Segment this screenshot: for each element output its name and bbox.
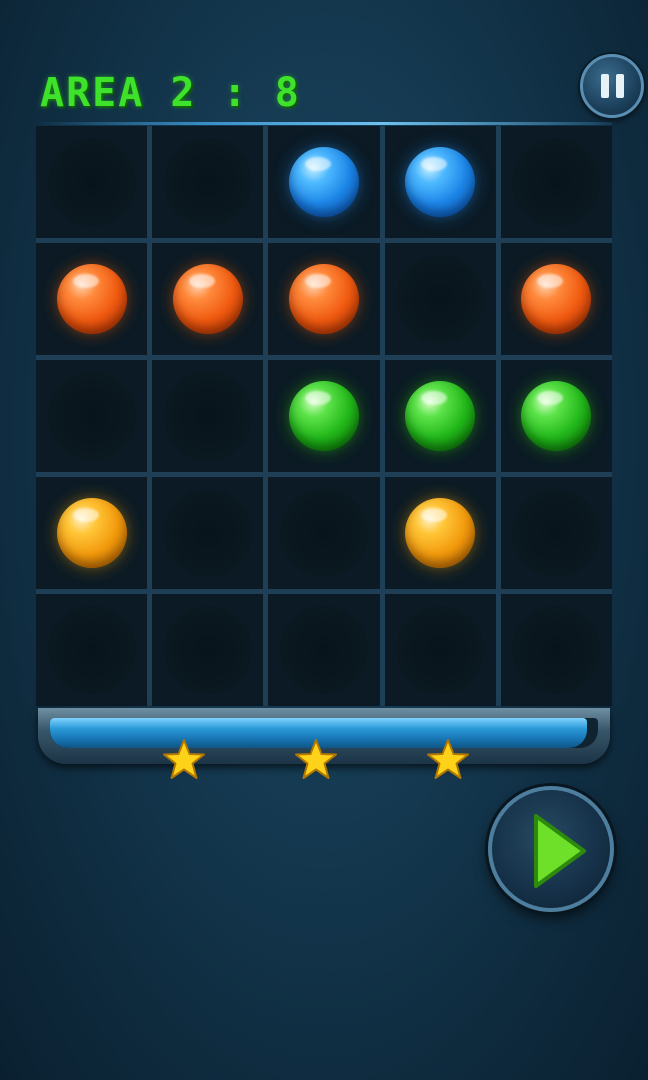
area-title: AREA 2 : 8 <box>40 70 301 116</box>
board-cell[interactable] <box>384 360 496 472</box>
board-cell[interactable] <box>36 126 148 238</box>
board-cell[interactable] <box>268 360 380 472</box>
board-cell[interactable] <box>384 126 496 238</box>
board-cell[interactable] <box>152 243 264 355</box>
game-board <box>36 126 612 706</box>
orange-ball[interactable] <box>288 264 359 334</box>
board-cell[interactable] <box>384 477 496 589</box>
board-cell[interactable] <box>268 243 380 355</box>
board-cell[interactable] <box>36 243 148 355</box>
board-cell[interactable] <box>268 126 380 238</box>
board-cell[interactable] <box>500 360 612 472</box>
yellow-ball[interactable] <box>405 498 476 568</box>
title-divider <box>36 122 612 125</box>
board-cell[interactable] <box>268 594 380 706</box>
star-icon <box>163 739 205 779</box>
green-ball[interactable] <box>288 381 359 451</box>
board-cell[interactable] <box>152 477 264 589</box>
blue-ball[interactable] <box>405 147 476 217</box>
board-cell[interactable] <box>500 126 612 238</box>
board-cell[interactable] <box>500 477 612 589</box>
board-cell[interactable] <box>384 594 496 706</box>
orange-ball[interactable] <box>521 264 592 334</box>
board-cell[interactable] <box>36 594 148 706</box>
board-cell[interactable] <box>384 243 496 355</box>
board-cell[interactable] <box>152 594 264 706</box>
orange-ball[interactable] <box>172 264 243 334</box>
orange-ball[interactable] <box>56 264 127 334</box>
pause-button[interactable] <box>580 54 644 118</box>
yellow-ball[interactable] <box>56 498 127 568</box>
board-cell[interactable] <box>36 360 148 472</box>
board-cell[interactable] <box>500 594 612 706</box>
board-cell[interactable] <box>500 243 612 355</box>
pause-icon <box>600 74 624 98</box>
green-ball[interactable] <box>405 381 476 451</box>
blue-ball[interactable] <box>288 147 359 217</box>
star-icon <box>427 739 469 779</box>
green-ball[interactable] <box>521 381 592 451</box>
board-cell[interactable] <box>268 477 380 589</box>
play-icon <box>534 814 586 888</box>
board-cell[interactable] <box>36 477 148 589</box>
star-icon <box>295 739 337 779</box>
board-cell[interactable] <box>152 360 264 472</box>
play-button[interactable] <box>488 786 614 912</box>
board-cell[interactable] <box>152 126 264 238</box>
